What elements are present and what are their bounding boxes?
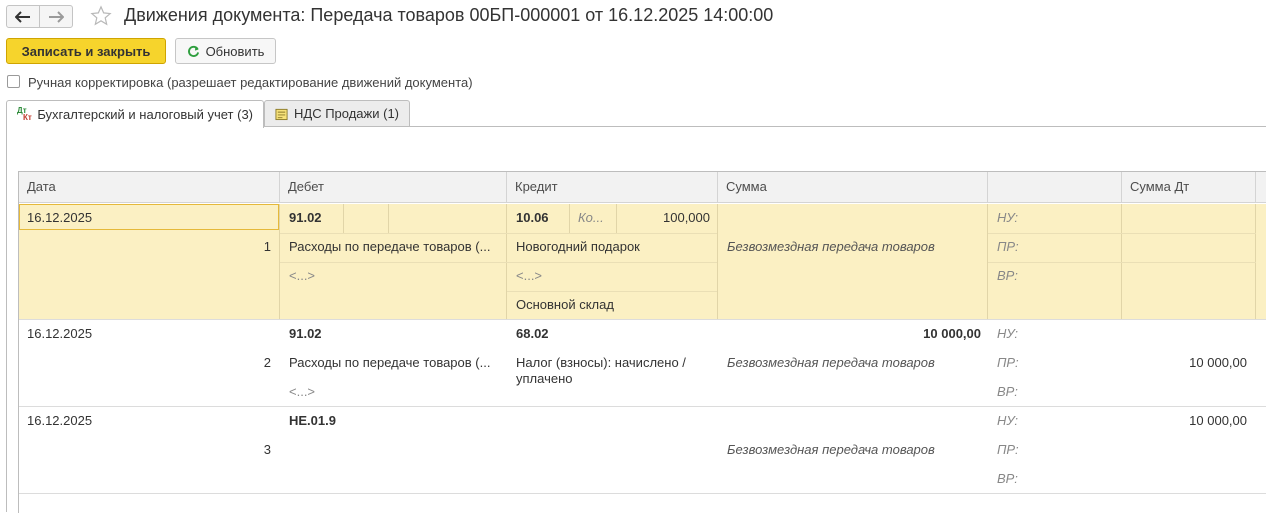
column-header-credit[interactable]: Кредит bbox=[507, 172, 718, 203]
row-date: 16.12.2025 bbox=[27, 210, 93, 225]
credit-account: 68.02 bbox=[516, 326, 549, 341]
tab-vat-sales-label: НДС Продажи (1) bbox=[294, 106, 399, 121]
debit-subconto-2: <...> bbox=[289, 384, 316, 399]
sum-dt-nu: 10 000,00 bbox=[1189, 413, 1247, 428]
nu-label: НУ: bbox=[997, 210, 1019, 225]
column-header-date[interactable]: Дата bbox=[19, 172, 280, 203]
column-header-sum[interactable]: Сумма bbox=[718, 172, 988, 203]
credit-subconto-1-cont: уплачено bbox=[516, 371, 573, 386]
arrow-right-icon bbox=[49, 10, 64, 23]
back-button[interactable] bbox=[6, 5, 40, 28]
tab-vat-sales[interactable]: НДС Продажи (1) bbox=[264, 100, 410, 127]
tabs-divider bbox=[265, 126, 1266, 127]
manual-correction-label: Ручная корректировка (разрешает редактир… bbox=[28, 75, 473, 90]
forward-button[interactable] bbox=[39, 5, 73, 28]
refresh-button[interactable]: Обновить bbox=[175, 38, 276, 64]
favorite-star-icon[interactable] bbox=[90, 5, 112, 30]
credit-subconto-2: <...> bbox=[516, 268, 543, 283]
row-number: 2 bbox=[263, 355, 271, 370]
credit-account: 10.06 bbox=[516, 210, 549, 225]
debit-account: НЕ.01.9 bbox=[289, 413, 336, 428]
sum-dt-pr: 10 000,00 bbox=[1189, 355, 1247, 370]
row-content: Безвозмездная передача товаров bbox=[727, 355, 935, 370]
dt-kt-icon: Дт Кт bbox=[17, 105, 32, 122]
save-and-close-button[interactable]: Записать и закрыть bbox=[6, 38, 166, 64]
refresh-label: Обновить bbox=[205, 43, 265, 59]
column-header-more[interactable] bbox=[1256, 172, 1266, 203]
pr-label: ПР: bbox=[997, 355, 1019, 370]
save-and-close-label: Записать и закрыть bbox=[21, 43, 151, 59]
row-content: Безвозмездная передача товаров bbox=[727, 239, 935, 254]
tab-content-border bbox=[6, 127, 7, 512]
register-icon bbox=[275, 108, 288, 120]
debit-subconto-2: <...> bbox=[289, 268, 316, 283]
page-title: Движения документа: Передача товаров 00Б… bbox=[124, 5, 774, 25]
debit-subconto-1: Расходы по передаче товаров (... bbox=[289, 355, 491, 370]
vr-label: ВР: bbox=[997, 471, 1018, 486]
table-row[interactable] bbox=[19, 407, 1266, 493]
column-header-blank[interactable] bbox=[988, 172, 1122, 203]
row-date: 16.12.2025 bbox=[27, 326, 93, 341]
tab-accounting[interactable]: Дт Кт Бухгалтерский и налоговый учет (3) bbox=[6, 100, 264, 128]
nu-label: НУ: bbox=[997, 413, 1019, 428]
row-date: 16.12.2025 bbox=[27, 413, 93, 428]
refresh-icon bbox=[187, 45, 199, 57]
arrow-left-icon bbox=[15, 10, 30, 23]
pr-label: ПР: bbox=[997, 239, 1019, 254]
vr-label: ВР: bbox=[997, 384, 1018, 399]
manual-correction-checkbox[interactable] bbox=[7, 75, 20, 88]
pr-label: ПР: bbox=[997, 442, 1019, 457]
column-header-debit[interactable]: Дебет bbox=[280, 172, 507, 203]
vr-label: ВР: bbox=[997, 268, 1018, 283]
credit-quantity-label: Ко... bbox=[578, 210, 604, 225]
row-number: 1 bbox=[263, 239, 271, 254]
credit-subconto-1: Новогодний подарок bbox=[516, 239, 640, 254]
column-header-sum-dt[interactable]: Сумма Дт bbox=[1122, 172, 1256, 203]
debit-account: 91.02 bbox=[289, 210, 322, 225]
debit-account: 91.02 bbox=[289, 326, 322, 341]
row-content: Безвозмездная передача товаров bbox=[727, 442, 935, 457]
nu-label: НУ: bbox=[997, 326, 1019, 341]
credit-subconto-3: Основной склад bbox=[516, 297, 614, 312]
row-sum: 10 000,00 bbox=[923, 326, 981, 341]
tab-accounting-label: Бухгалтерский и налоговый учет (3) bbox=[37, 107, 253, 122]
debit-subconto-1: Расходы по передаче товаров (... bbox=[289, 239, 491, 254]
movements-table[interactable]: Дата Дебет Кредит Сумма Сумма Дт 16.12.2… bbox=[18, 171, 1266, 513]
row-number: 3 bbox=[263, 442, 271, 457]
credit-quantity: 100,000 bbox=[663, 210, 710, 225]
credit-subconto-1: Налог (взносы): начислено / bbox=[516, 355, 686, 370]
